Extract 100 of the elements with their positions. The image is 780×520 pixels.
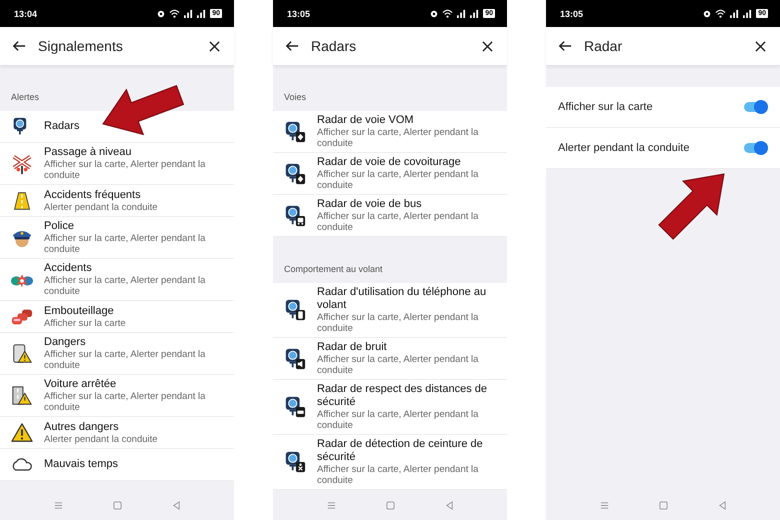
list-item[interactable]: Police Afficher sur la carte, Alerter pendant la conduite xyxy=(0,217,234,259)
item-subtitle: Afficher sur la carte, Alerter pendant la conduite xyxy=(317,354,480,376)
back-triangle-icon[interactable] xyxy=(444,500,454,510)
warning-icon xyxy=(11,422,33,444)
item-title: Autres dangers xyxy=(44,420,120,434)
screen-title: Signalements xyxy=(38,38,124,54)
list-item[interactable]: Voiture arrêtée Afficher sur la carte, Alerter pendant la conduite xyxy=(0,375,234,417)
item-title: Radar de respect des distances de sécurité xyxy=(317,383,488,409)
location-icon xyxy=(430,10,438,18)
item-title: Accidents xyxy=(44,262,93,275)
item-subtitle: Afficher sur la carte, Alerter pendant la conduite xyxy=(317,211,480,233)
radar-bus-icon xyxy=(284,204,306,226)
list-item[interactable]: Radar de bruit Afficher sur la carte, Alerter pendant la conduite xyxy=(273,338,507,380)
clock: 13:05 xyxy=(287,8,310,18)
signal-icon xyxy=(743,9,752,18)
list-item[interactable]: Dangers Afficher sur la carte, Alerter pendant la conduite xyxy=(0,333,234,375)
menu-icon[interactable] xyxy=(326,500,336,510)
list-item[interactable]: Accidents fréquents Alerter pendant la conduite xyxy=(0,185,234,217)
item-subtitle: Alerter pendant la conduite xyxy=(44,434,159,444)
item-title: Accidents fréquents xyxy=(44,188,142,202)
item-subtitle: Afficher sur la carte, Alerter pendant la conduite xyxy=(44,391,206,413)
list-item[interactable]: Passage à niveau Afficher sur la carte, Alerter pendant la conduite xyxy=(0,143,234,185)
item-subtitle: Afficher sur la carte, Alerter pendant la conduite xyxy=(317,409,480,431)
list-item[interactable]: Mauvais temps xyxy=(0,449,234,481)
section-heading: Alertes xyxy=(11,92,40,102)
back-arrow-icon[interactable] xyxy=(285,39,299,53)
radar-diamond-icon xyxy=(284,162,306,184)
signal-icon xyxy=(197,9,206,18)
item-title: Radar de voie de bus xyxy=(317,198,423,211)
list-item[interactable]: Radar d'utilisation du téléphone au volant Afficher sur la carte, Alerter pendant la conduite xyxy=(273,283,507,338)
item-subtitle: Afficher sur la carte, Alerter pendant la conduite xyxy=(44,159,206,181)
back-arrow-icon[interactable] xyxy=(558,39,572,53)
list-item[interactable]: Radar de voie de bus Afficher sur la carte, Alerter pendant la conduite xyxy=(273,195,507,237)
signal-icon xyxy=(184,9,194,18)
item-subtitle: Afficher sur la carte, Alerter pendant la conduite xyxy=(317,312,480,334)
road-warning-icon xyxy=(11,384,33,406)
item-subtitle: Afficher sur la carte xyxy=(44,318,127,328)
list-item[interactable]: Autres dangers Alerter pendant la conduite xyxy=(0,417,234,449)
railway-crossing-icon xyxy=(11,152,33,174)
radar-speaker-icon xyxy=(284,348,306,370)
wifi-icon xyxy=(442,9,454,18)
menu-icon[interactable] xyxy=(600,500,608,510)
item-subtitle: Afficher sur la carte, Alerter pendant la conduite xyxy=(317,464,480,486)
list-item[interactable]: Accidents Afficher sur la carte, Alerter pendant la conduite xyxy=(0,259,234,301)
home-square-icon[interactable] xyxy=(112,500,122,510)
item-title: Radar de détection de ceinture de sécurité xyxy=(317,438,484,464)
close-icon[interactable] xyxy=(755,40,766,52)
radar-seatbelt-icon xyxy=(284,451,306,473)
item-subtitle: Afficher sur la carte, Alerter pendant la conduite xyxy=(44,349,206,371)
radar-diamond-icon xyxy=(284,120,306,142)
item-title: Dangers xyxy=(44,336,87,349)
section-heading: Comportement au volant xyxy=(284,264,383,274)
setting-label: Afficher sur la carte xyxy=(558,101,653,113)
cloud-icon xyxy=(11,458,33,471)
clock: 13:05 xyxy=(560,8,584,18)
item-title: Mauvais temps xyxy=(44,458,119,471)
list-item[interactable]: Embouteillage Afficher sur la carte xyxy=(0,301,234,333)
list-item[interactable]: Radar de voie VOM Afficher sur la carte, Alerter pendant la conduite xyxy=(273,111,507,153)
list-item[interactable]: Radar de voie de covoiturage Afficher sur la carte, Alerter pendant la conduite xyxy=(273,153,507,195)
screen-title: Radars xyxy=(311,38,358,54)
radar-phone-icon xyxy=(284,299,306,321)
back-triangle-icon[interactable] xyxy=(718,500,726,510)
item-title: Embouteillage xyxy=(44,304,115,318)
radar-car-icon xyxy=(284,396,306,418)
item-title: Radar de bruit xyxy=(317,341,388,354)
wifi-icon xyxy=(715,9,726,18)
back-triangle-icon[interactable] xyxy=(172,500,180,510)
item-title: Passage à niveau xyxy=(44,146,132,159)
menu-icon[interactable] xyxy=(54,500,62,510)
item-subtitle: Afficher sur la carte, Alerter pendant la conduite xyxy=(317,169,480,191)
signal-icon xyxy=(457,9,466,18)
item-title: Police xyxy=(44,220,75,233)
signal-icon xyxy=(470,9,480,18)
item-title: Radar de voie VOM xyxy=(317,114,415,127)
arrow-drawing xyxy=(658,173,725,240)
location-icon xyxy=(157,10,166,18)
close-icon[interactable] xyxy=(482,40,493,52)
home-square-icon[interactable] xyxy=(658,500,668,510)
item-subtitle: Afficher sur la carte, Alerter pendant la conduite xyxy=(44,233,206,255)
item-subtitle: Alerter pendant la conduite xyxy=(44,202,159,212)
close-icon[interactable] xyxy=(209,40,220,52)
setting-label: Alerter pendant la conduite xyxy=(558,142,690,154)
section-heading: Voies xyxy=(284,92,306,102)
item-subtitle: Afficher sur la carte, Alerter pendant la conduite xyxy=(44,275,206,297)
item-title: Radars xyxy=(44,120,80,133)
warning-sign-icon xyxy=(11,342,33,364)
home-square-icon[interactable] xyxy=(386,500,394,510)
toggle-switch[interactable] xyxy=(744,143,766,153)
item-subtitle: Afficher sur la carte, Alerter pendant la conduite xyxy=(317,127,480,149)
signal-icon xyxy=(730,9,740,18)
wifi-icon xyxy=(169,9,180,18)
road-icon xyxy=(12,190,32,212)
back-arrow-icon[interactable] xyxy=(12,39,26,53)
clock: 13:04 xyxy=(14,8,38,18)
item-title: Radar d'utilisation du téléphone au volant xyxy=(317,286,488,312)
toggle-switch[interactable] xyxy=(744,102,766,112)
item-title: Radar de voie de covoiturage xyxy=(317,156,462,169)
list-item[interactable]: Radar de respect des distances de sécurité Afficher sur la carte, Alerter pendant la conduite xyxy=(273,380,507,435)
screen-title: Radar xyxy=(584,38,624,54)
item-title: Voiture arrêtée xyxy=(44,378,118,391)
